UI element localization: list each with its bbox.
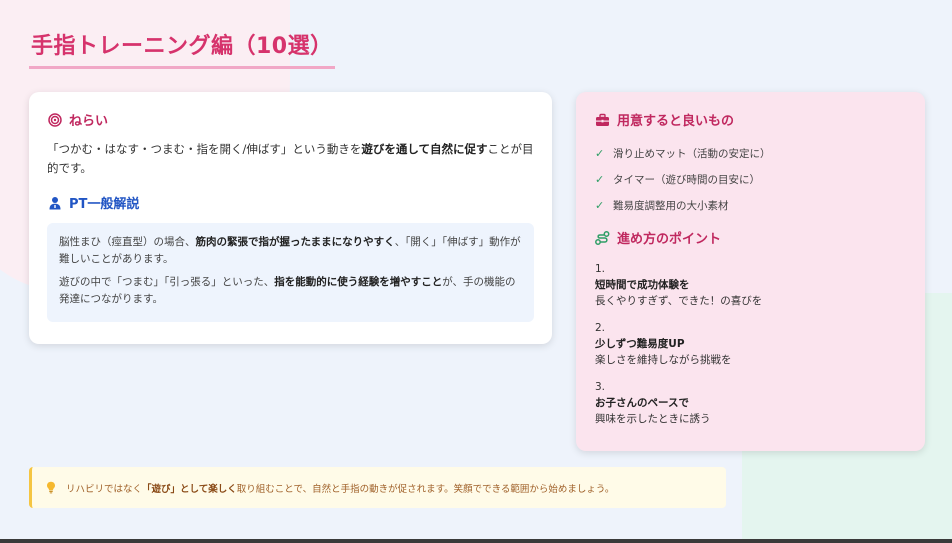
- check-icon: ✓: [595, 172, 605, 186]
- note-text-emphasis: 「遊び」として楽しく: [142, 483, 237, 495]
- bottom-bar: [0, 539, 952, 543]
- step-description: 興味を示したときに誘う: [595, 413, 711, 425]
- supplies-heading-label: 用意すると良いもの: [617, 114, 735, 129]
- check-icon: ✓: [595, 198, 605, 212]
- supplies-heading: 用意すると良いもの: [595, 110, 907, 129]
- step-title: お子さんのペースで: [595, 397, 689, 409]
- pt-paragraph-2: 遊びの中で「つまむ」「引っ張る」といった、指を能動的に使う経験を増やすことが、手…: [59, 274, 522, 308]
- step-number: 2.: [595, 322, 606, 334]
- aim-heading: ねらい: [47, 110, 534, 129]
- step-description: 長くやりすぎず、できた！の喜びを: [595, 295, 763, 307]
- toolbox-icon: [595, 112, 610, 127]
- page-title: 手指トレーニング編（10選）: [29, 28, 335, 69]
- list-item: 3. お子さんのペースで 興味を示したときに誘う: [595, 379, 907, 427]
- note-text-part1: リハビリではなく: [66, 483, 143, 495]
- aim-heading-label: ねらい: [69, 114, 109, 129]
- points-heading: 進め方のポイント: [595, 228, 907, 247]
- tip-note-text: リハビリではなく「遊び」として楽しく取り組むことで、自然と手指の動きが促されます…: [66, 481, 614, 495]
- route-icon: [595, 230, 610, 245]
- list-item: 1. 短時間で成功体験を 長くやりすぎず、できた！の喜びを: [595, 261, 907, 309]
- person-icon: [47, 195, 62, 210]
- pt-explanation-box: 脳性まひ（痙直型）の場合、筋肉の緊張で指が握ったままになりやすく、「開く」「伸ば…: [47, 223, 534, 322]
- tip-note: リハビリではなく「遊び」として楽しく取り組むことで、自然と手指の動きが促されます…: [29, 467, 726, 508]
- points-list: 1. 短時間で成功体験を 長くやりすぎず、できた！の喜びを 2. 少しずつ難易度…: [595, 261, 907, 427]
- page-header: 手指トレーニング編（10選）: [29, 28, 335, 69]
- supply-item-label: 難易度調整用の大小素材: [613, 199, 729, 212]
- list-item: ✓ 滑り止めマット（活動の安定に）: [595, 140, 907, 166]
- pt-p1-part1: 脳性まひ（痙直型）の場合、: [59, 236, 196, 248]
- pt-p1-emphasis: 筋肉の緊張で指が握ったままになりやすく: [195, 236, 395, 248]
- pt-paragraph-1: 脳性まひ（痙直型）の場合、筋肉の緊張で指が握ったままになりやすく、「開く」「伸ば…: [59, 234, 522, 268]
- points-heading-label: 進め方のポイント: [617, 232, 722, 247]
- target-icon: [47, 112, 62, 127]
- aim-text-emphasis: 遊びを通して自然に促す: [361, 142, 488, 156]
- list-item: 2. 少しずつ難易度UP 楽しさを維持しながら挑戦を: [595, 320, 907, 368]
- list-item: ✓ 難易度調整用の大小素材: [595, 192, 907, 218]
- pt-heading: PT一般解説: [47, 193, 534, 212]
- supply-item-label: タイマー（遊び時間の目安に）: [613, 173, 760, 186]
- pt-p2-emphasis: 指を能動的に使う経験を増やすこと: [274, 276, 443, 288]
- note-text-part2: 取り組むことで、自然と手指の動きが促されます。笑顔でできる範囲から始めましょう。: [236, 483, 615, 495]
- pt-p2-part1: 遊びの中で「つまむ」「引っ張る」といった、: [59, 276, 275, 288]
- side-card: 用意すると良いもの ✓ 滑り止めマット（活動の安定に） ✓ タイマー（遊び時間の目安…: [576, 92, 925, 451]
- step-description: 楽しさを維持しながら挑戦を: [595, 354, 732, 366]
- check-icon: ✓: [595, 146, 605, 160]
- step-title: 短時間で成功体験を: [595, 279, 690, 291]
- step-number: 3.: [595, 381, 606, 393]
- aim-text-part1: 「つかむ・はなす・つまむ・指を開く/伸ばす」という動きを: [47, 142, 362, 156]
- aim-card: ねらい 「つかむ・はなす・つまむ・指を開く/伸ばす」という動きを遊びを通して自然…: [29, 92, 552, 344]
- supplies-list: ✓ 滑り止めマット（活動の安定に） ✓ タイマー（遊び時間の目安に） ✓ 難易度調整用…: [595, 140, 907, 218]
- aim-description: 「つかむ・はなす・つまむ・指を開く/伸ばす」という動きを遊びを通して自然に促すこ…: [47, 140, 537, 178]
- step-title: 少しずつ難易度UP: [595, 338, 685, 350]
- step-number: 1.: [595, 263, 606, 275]
- supply-item-label: 滑り止めマット（活動の安定に）: [613, 147, 771, 160]
- list-item: ✓ タイマー（遊び時間の目安に）: [595, 166, 907, 192]
- pt-heading-label: PT一般解説: [69, 197, 140, 212]
- lightbulb-icon: [43, 480, 58, 495]
